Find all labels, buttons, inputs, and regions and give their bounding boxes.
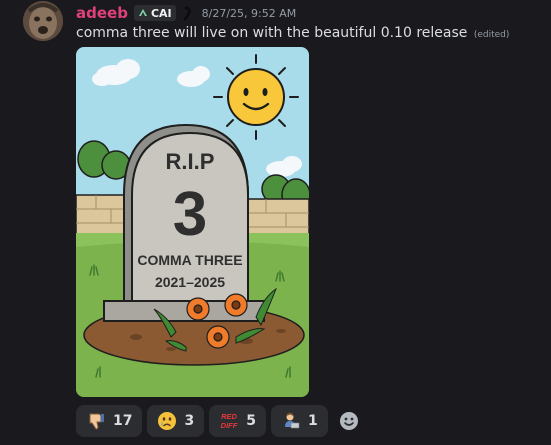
reaction-thumbs-down[interactable]: 17 bbox=[76, 405, 143, 437]
avatar[interactable] bbox=[23, 1, 63, 41]
reaction-count: 17 bbox=[113, 413, 133, 429]
flair-icon bbox=[182, 5, 194, 21]
headstone-number: 3 bbox=[173, 180, 207, 249]
add-reaction-button[interactable] bbox=[333, 405, 365, 437]
person-at-laptop-icon bbox=[284, 412, 300, 429]
reaction-crying-face[interactable]: 3 bbox=[147, 405, 205, 437]
reactions-bar: 17 3 RED DIFF 5 1 bbox=[76, 405, 365, 437]
guild-tag-label: CAI bbox=[150, 6, 172, 20]
reaction-count: 1 bbox=[307, 413, 318, 429]
crying-face-icon bbox=[158, 412, 177, 430]
reaction-count: 3 bbox=[184, 413, 195, 429]
red-diff-icon: RED DIFF bbox=[221, 412, 238, 430]
message-content: comma three will live on with the beauti… bbox=[76, 25, 509, 41]
timestamp: 8/27/25, 9:52 AM bbox=[201, 6, 297, 20]
headstone-title: R.I.P bbox=[166, 149, 215, 174]
headstone-name: COMMA THREE bbox=[137, 252, 242, 268]
reaction-red-diff[interactable]: RED DIFF 5 bbox=[209, 405, 266, 437]
svg-text:RED: RED bbox=[221, 412, 237, 421]
headstone-years: 2021–2025 bbox=[155, 274, 225, 290]
image-attachment[interactable]: R.I.P 3 COMMA THREE 2021–2025 bbox=[76, 47, 309, 397]
guild-tag[interactable]: CAI bbox=[133, 5, 176, 21]
edited-label: (edited) bbox=[473, 30, 510, 40]
reaction-count: 5 bbox=[246, 413, 256, 429]
svg-text:DIFF: DIFF bbox=[221, 421, 238, 430]
thumbs-down-icon bbox=[89, 413, 104, 430]
message-header: adeeb CAI 8/27/25, 9:52 AM bbox=[76, 3, 296, 23]
cai-leaf-icon bbox=[138, 9, 147, 16]
username[interactable]: adeeb bbox=[76, 4, 128, 22]
smiley-icon bbox=[339, 412, 358, 430]
message-text: comma three will live on with the beauti… bbox=[76, 25, 468, 41]
reaction-person-at-laptop[interactable]: 1 bbox=[270, 405, 328, 437]
